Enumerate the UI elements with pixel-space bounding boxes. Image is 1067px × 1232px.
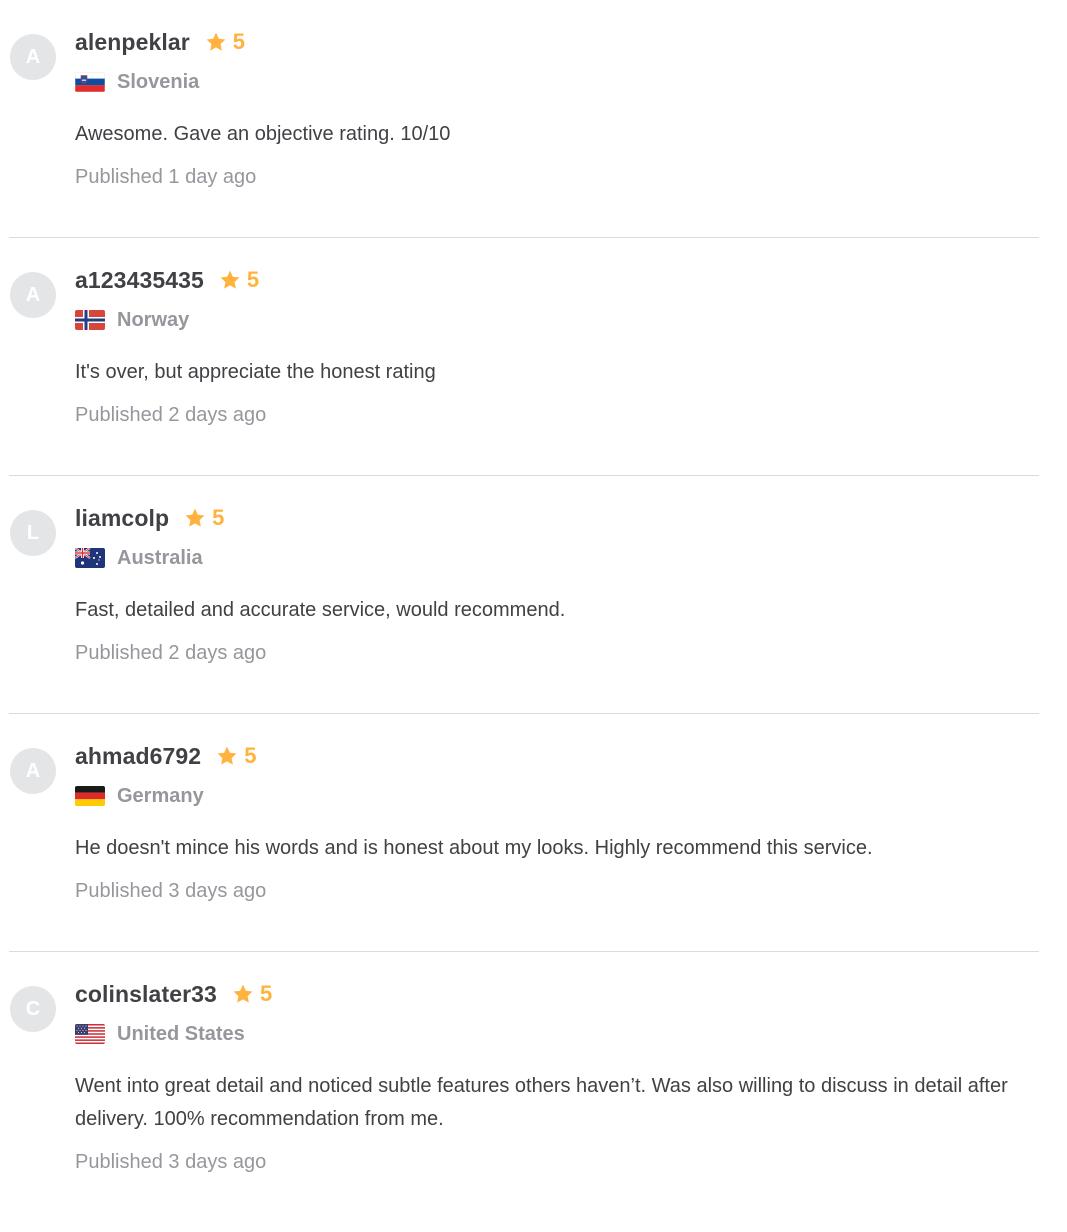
avatar[interactable]: A (10, 272, 56, 318)
review-item: L liamcolp 5 Australia Fast, detailed an… (9, 476, 1039, 714)
rating-value: 5 (246, 267, 260, 292)
rating-value: 5 (212, 505, 225, 530)
review-item: A alenpeklar 5 Slovenia Awesome. Gave an… (9, 0, 1039, 238)
review-content: liamcolp 5 Australia Fast, detailed and … (75, 500, 1039, 668)
published-date: Published 2 days ago (75, 642, 267, 664)
reviewer-country: Australia (75, 544, 1039, 572)
australia-flag-icon (75, 548, 105, 568)
avatar[interactable]: A (10, 748, 56, 794)
reviewer-country: Slovenia (75, 68, 1039, 96)
review-item: C colinslater33 5 United States Went int… (9, 952, 1039, 1232)
review-content: colinslater33 5 United States Went into … (75, 976, 1039, 1177)
reviewer-country: United States (75, 1020, 1039, 1048)
slovenia-flag-icon (75, 72, 105, 92)
star-icon (233, 984, 253, 1003)
review-text: Went into great detail and noticed subtl… (75, 1075, 1008, 1130)
star-icon (185, 508, 205, 527)
star-icon (220, 270, 240, 289)
star-icon (206, 32, 226, 51)
review-text: Awesome. Gave an objective rating. 10/10 (75, 123, 451, 145)
avatar[interactable]: C (10, 986, 56, 1032)
united-states-flag-icon (75, 1024, 105, 1044)
review-content: ahmad6792 5 Germany He doesn't mince his… (75, 738, 1039, 906)
reviewer-header: ahmad6792 5 (75, 738, 1039, 774)
star-icon (217, 746, 237, 765)
published-date: Published 1 day ago (75, 166, 257, 188)
reviewer-country: Norway (75, 306, 1039, 334)
review-text: Fast, detailed and accurate service, wou… (75, 599, 566, 621)
reviewer-username[interactable]: a123435435 (75, 267, 204, 294)
reviewer-country: Germany (75, 782, 1039, 810)
published-date: Published 2 days ago (75, 404, 267, 426)
rating-value: 5 (244, 743, 257, 768)
review-item: A a123435435 5 Norway It's over, but app… (9, 238, 1039, 476)
reviewer-username[interactable]: liamcolp (75, 505, 169, 532)
review-list: A alenpeklar 5 Slovenia Awesome. Gave an… (0, 0, 1067, 1232)
reviewer-username[interactable]: alenpeklar (75, 29, 190, 56)
rating-value: 5 (259, 981, 273, 1006)
review-content: alenpeklar 5 Slovenia Awesome. Gave an o… (75, 24, 1039, 192)
published-date: Published 3 days ago (75, 880, 267, 902)
avatar[interactable]: A (10, 34, 56, 80)
country-name: United States (117, 1022, 245, 1045)
reviewer-header: alenpeklar 5 (75, 24, 1039, 60)
reviewer-header: liamcolp 5 (75, 500, 1039, 536)
reviewer-username[interactable]: ahmad6792 (75, 743, 201, 770)
review-content: a123435435 5 Norway It's over, but appre… (75, 262, 1039, 430)
reviewer-username[interactable]: colinslater33 (75, 981, 217, 1008)
country-name: Australia (117, 546, 203, 569)
review-text: He doesn't mince his words and is honest… (75, 837, 873, 859)
rating-value: 5 (232, 29, 246, 54)
review-item: A ahmad6792 5 Germany He doesn't mince h… (9, 714, 1039, 952)
review-text: It's over, but appreciate the honest rat… (75, 361, 436, 383)
country-name: Germany (117, 784, 204, 807)
norway-flag-icon (75, 310, 105, 330)
germany-flag-icon (75, 786, 105, 806)
avatar[interactable]: L (10, 510, 56, 556)
country-name: Slovenia (117, 70, 200, 93)
reviewer-header: a123435435 5 (75, 262, 1039, 298)
published-date: Published 3 days ago (75, 1151, 267, 1173)
country-name: Norway (117, 308, 190, 331)
reviewer-header: colinslater33 5 (75, 976, 1039, 1012)
